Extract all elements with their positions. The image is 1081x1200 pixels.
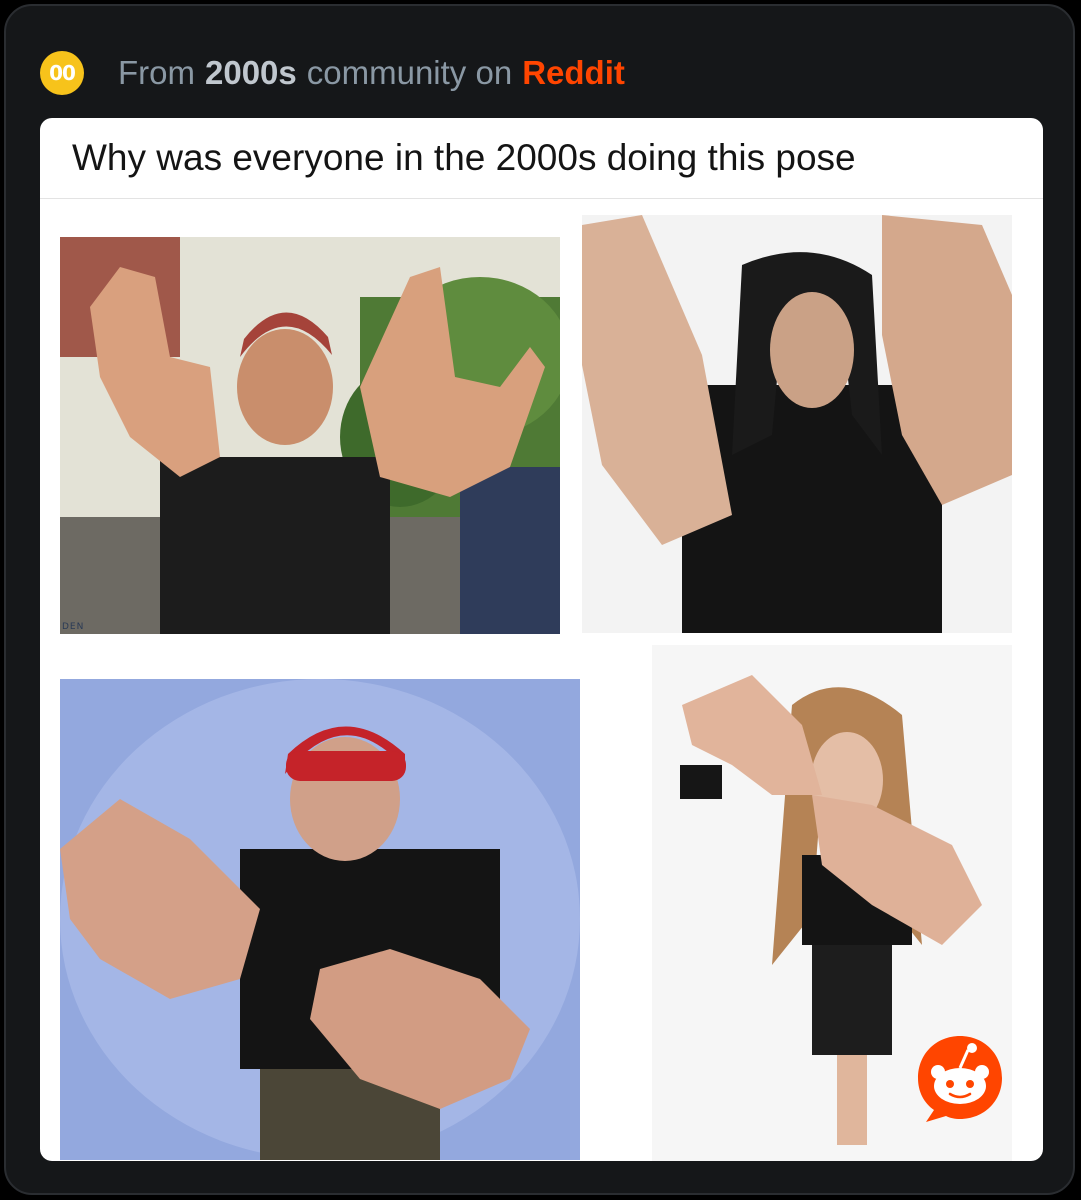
photo-caption-text: DEN bbox=[62, 622, 85, 632]
embed-frame: 00 From 2000s community on Reddit Why wa… bbox=[4, 4, 1075, 1195]
photo-man-dreadlocks bbox=[582, 215, 1012, 633]
photo-man-red-cap bbox=[60, 679, 580, 1160]
post-title: Why was everyone in the 2000s doing this… bbox=[72, 137, 856, 178]
reddit-snoo-chat-icon bbox=[912, 1030, 1008, 1126]
embed-header[interactable]: 00 From 2000s community on Reddit bbox=[40, 48, 625, 98]
title-divider bbox=[40, 198, 1043, 199]
community-avatar-label: 00 bbox=[49, 61, 76, 85]
reddit-brand-link[interactable]: Reddit bbox=[522, 54, 625, 92]
source-prefix: From bbox=[118, 54, 195, 91]
community-avatar-icon[interactable]: 00 bbox=[40, 51, 84, 95]
photo-man-red-hair: DEN bbox=[60, 237, 560, 634]
community-name-link[interactable]: 2000s bbox=[205, 54, 297, 92]
source-mid: community on bbox=[306, 54, 513, 91]
post-card[interactable]: Why was everyone in the 2000s doing this… bbox=[40, 118, 1043, 1161]
source-line: From 2000s community on Reddit bbox=[118, 54, 625, 92]
